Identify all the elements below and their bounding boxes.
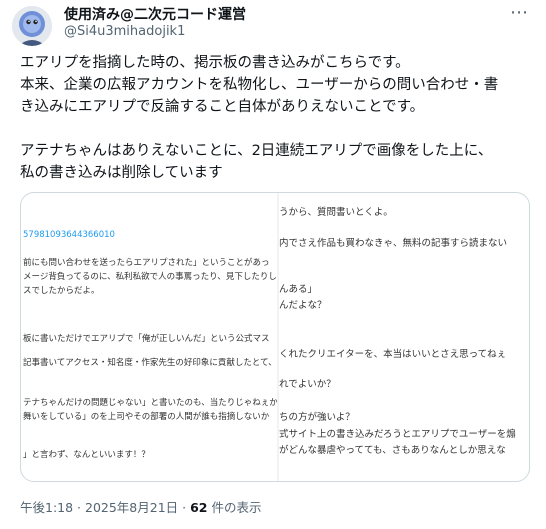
screenshot-text: ちの方が強いよ？	[279, 412, 355, 423]
screenshot-text: んある」	[279, 284, 318, 295]
screenshot-text: 」と言わず、なんといいます！？	[23, 450, 150, 460]
screenshot-image-right[interactable]: うから、質問書いとくよ。 内でさえ作品も買わなきゃ、無料の記事すら読まない んあ…	[279, 193, 529, 481]
screenshot-text: メージ背負ってるのに、私利私欲で人の事罵ったり、見下したりし	[23, 272, 277, 282]
screenshot-text: テナちゃんだけの問題じゃない」と書いたのも、当たりじゃねぇか	[23, 398, 277, 408]
avatar-image	[12, 6, 52, 46]
screenshot-text: 記事書いてアクセス・知名度・作家先生の好印象に貢献したとて、	[23, 358, 277, 368]
screenshot-text: 板に書いただけでエアリプで「俺が正しいんだ」という公式マス	[23, 334, 270, 344]
screenshot-text: 内でさえ作品も買わなきゃ、無料の記事すら読まない	[279, 238, 508, 249]
screenshot-text: 前にも問い合わせを送ったらエアリプされた」ということがあっ	[23, 258, 270, 268]
media-card[interactable]: 579810936443660​10 前にも問い合わせを送ったらエアリプされた」…	[20, 192, 530, 482]
author-display-name[interactable]: 使用済み@二次元コード運営	[64, 4, 246, 24]
tweet-line: 私の書き込みは削除しています	[20, 165, 223, 181]
screenshot-image-left[interactable]: 579810936443660​10 前にも問い合わせを送ったらエアリプされた」…	[21, 193, 277, 481]
tweet-line: き込みにエアリプで反論すること自体がありえないことです。	[20, 99, 425, 115]
author-handle[interactable]: @Si4u3mihadojik1	[64, 24, 185, 39]
screenshot-text: 579810936443660​10	[23, 230, 115, 240]
tweet-line: エアリプを指摘した時の、掲示板の書き込みがこちらです。	[20, 55, 410, 71]
tweet-line: 本来、企業の広報アカウントを私物化し、ユーザーからの問い合わせ・書	[20, 77, 499, 93]
screenshot-text: スでしたからだよ。	[23, 286, 100, 296]
screenshot-text: 式サイト上の書き込みだろうとエアリプでユーザーを煽	[279, 429, 516, 440]
avatar[interactable]	[12, 6, 52, 46]
screenshot-text: くれたクリエイターを、本当はいいとさえ思ってねぇ	[279, 349, 507, 360]
more-options-icon[interactable]: ⋯	[510, 2, 529, 23]
tweet: 使用済み@二次元コード運営 @Si4u3mihadojik1 ⋯ エアリプを指摘…	[0, 0, 546, 529]
tweet-line: アテナちゃんはありえないことに、2日連続エアリプで画像をした上に、	[20, 143, 493, 159]
timestamp-link[interactable]: 午後1:18 · 2025年8月21日 ·	[20, 500, 190, 515]
views-label: 件の表示	[207, 500, 262, 515]
views-count: 62	[190, 500, 208, 515]
screenshot-text: 舞いをしている」のを上司やその部署の人間が誰も指摘しないか	[23, 412, 270, 422]
screenshot-text: うから、質問書いとくよ。	[279, 207, 393, 218]
screenshot-text: んだよな？	[279, 300, 327, 311]
tweet-meta: 午後1:18 · 2025年8月21日 · 62 件の表示	[20, 497, 261, 516]
tweet-text: エアリプを指摘した時の、掲示板の書き込みがこちらです。 本来、企業の広報アカウン…	[20, 52, 530, 184]
screenshot-text: がどんな暴虐やってても、さもありなんとしか思えな	[279, 445, 506, 456]
screenshot-text: れでよいか？	[279, 379, 336, 390]
